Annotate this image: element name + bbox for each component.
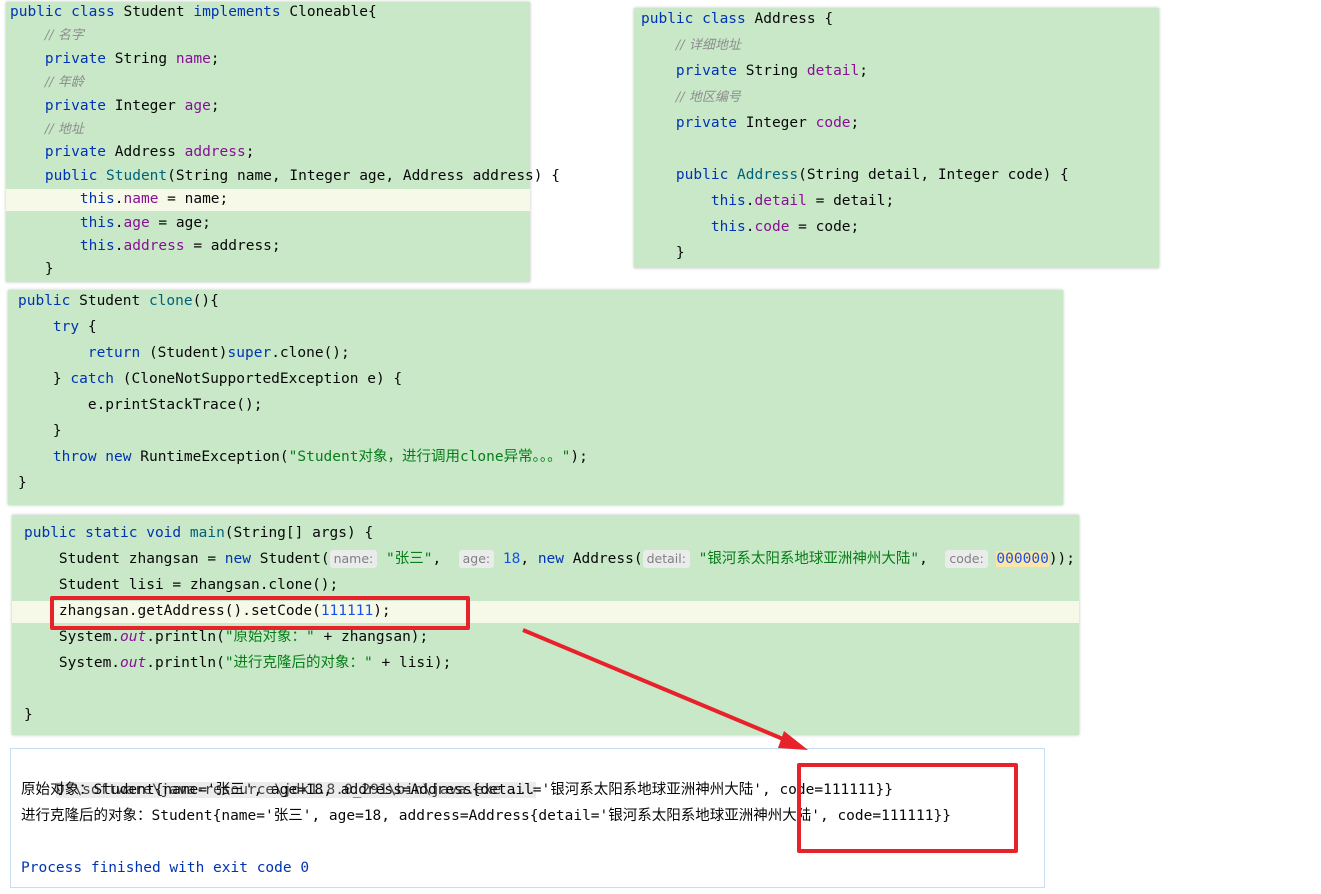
- annotation-arrow: [522, 628, 808, 750]
